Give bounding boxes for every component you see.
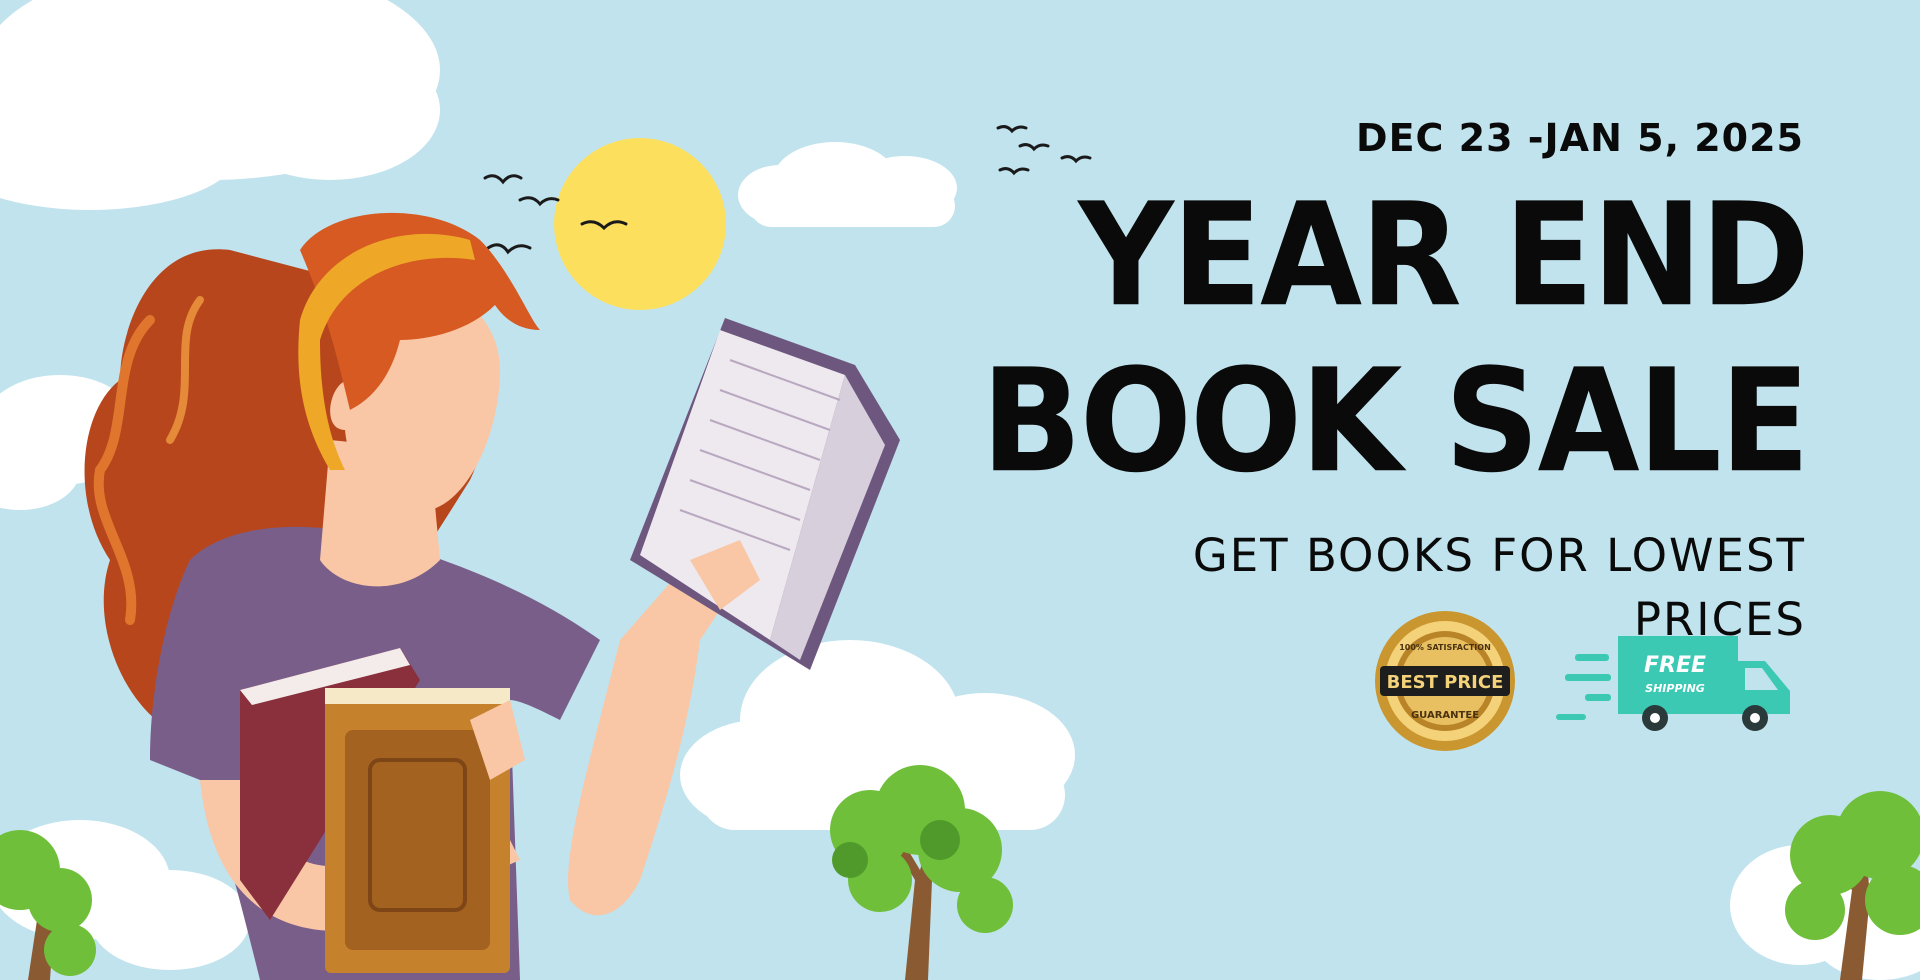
seal-bottom-text: GUARANTEE — [1411, 710, 1479, 721]
best-price-seal-icon: BEST PRICE 100% SATISFACTION GUARANTEE — [1375, 611, 1515, 751]
sun-icon — [554, 138, 726, 310]
headline-book-sale: BOOK SALE — [981, 338, 1810, 505]
truck-free-text: FREE — [1644, 653, 1706, 678]
headline-year-end: YEAR END — [1078, 172, 1810, 339]
free-shipping-truck-icon: FREE SHIPPING — [1556, 636, 1790, 731]
truck-shipping-text: SHIPPING — [1645, 682, 1705, 695]
tagline-line1: GET BOOKS FOR LOWEST — [1192, 529, 1806, 582]
seal-main-text: BEST PRICE — [1387, 672, 1504, 693]
cloud-top-left — [0, 0, 440, 210]
seal-top-text: 100% SATISFACTION — [1399, 643, 1491, 652]
badges-row: BEST PRICE 100% SATISFACTION GUARANTEE F… — [1375, 611, 1790, 751]
promo-text: DEC 23 -JAN 5, 2025 YEAR END BOOK SALE G… — [908, 110, 1810, 652]
sale-date-range: DEC 23 -JAN 5, 2025 — [1356, 116, 1804, 160]
